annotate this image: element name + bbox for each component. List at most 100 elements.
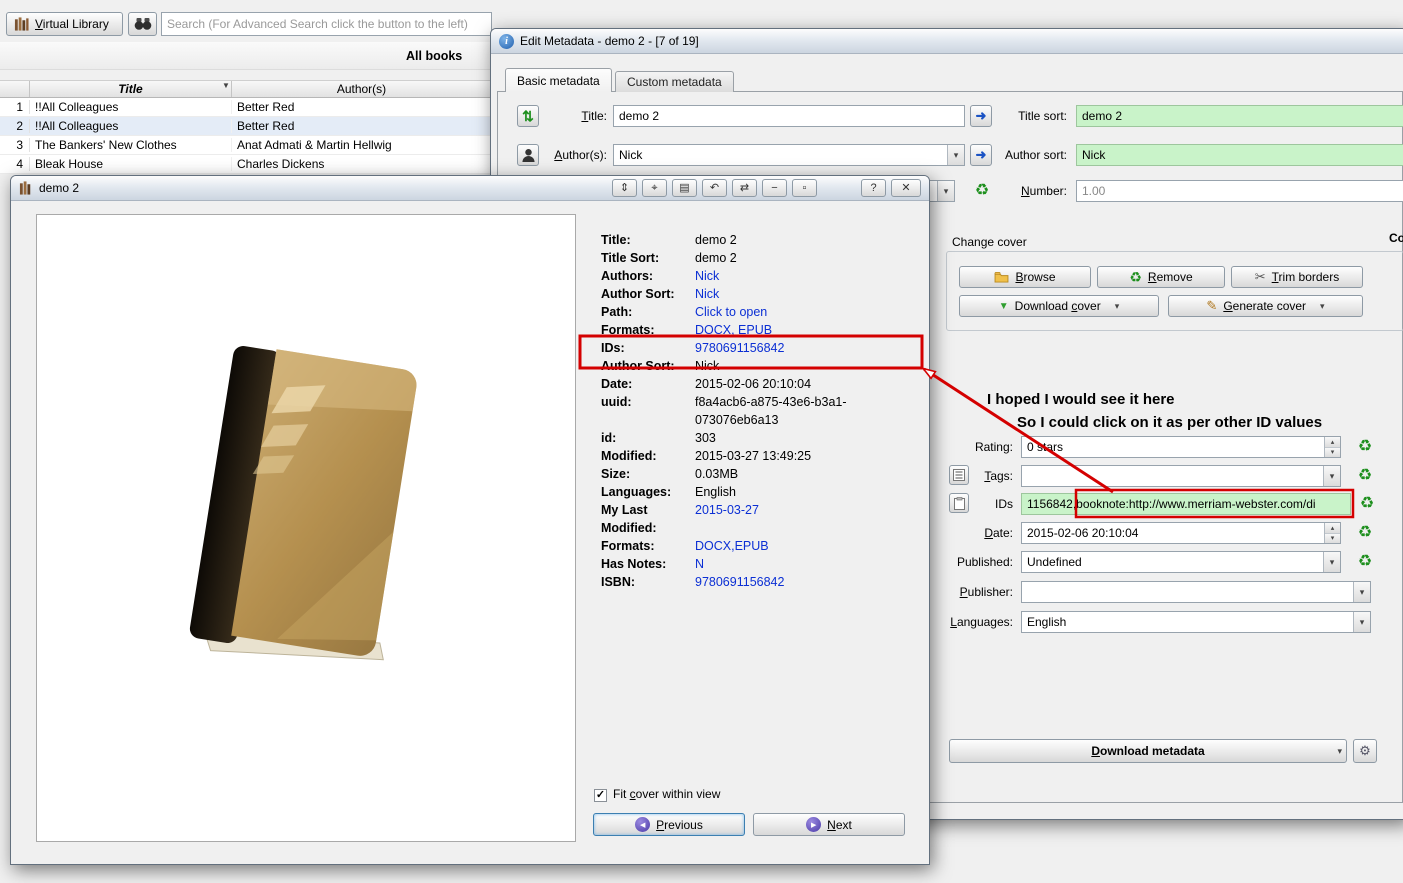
table-row[interactable]: 2 !!All Colleagues Better Red: [0, 117, 492, 136]
minimize-button[interactable]: −: [762, 179, 787, 197]
undo-button[interactable]: ↶: [702, 179, 727, 197]
tab-basic-metadata[interactable]: Basic metadata: [505, 68, 612, 92]
cell-author[interactable]: Charles Dickens: [232, 157, 492, 171]
detail-row: Author Sort: Nick: [601, 357, 929, 375]
window-titlebar[interactable]: demo 2 ⇕ ⌖ ▤ ↶ ⇄ − ▫ ? ✕: [11, 176, 929, 201]
trim-borders-button[interactable]: ✂ Trim borders: [1231, 266, 1363, 288]
author-column-header[interactable]: Author(s): [232, 81, 492, 97]
clear-date-icon[interactable]: ♻: [1355, 522, 1375, 544]
chevron-down-icon[interactable]: ▾: [1320, 301, 1325, 312]
detail-value-link[interactable]: 9780691156842: [695, 573, 907, 591]
detail-value-link[interactable]: Nick: [695, 285, 907, 303]
title-input[interactable]: [613, 105, 965, 127]
fit-vertical-button[interactable]: ⇕: [612, 179, 637, 197]
next-button[interactable]: ▶ Next: [753, 813, 905, 836]
layout-button[interactable]: ▤: [672, 179, 697, 197]
chevron-down-icon[interactable]: ▾: [1323, 466, 1340, 486]
detail-value-link[interactable]: 9780691156842: [695, 339, 907, 357]
date-spinner[interactable]: ▴ ▾: [1324, 523, 1340, 543]
help-button[interactable]: ?: [861, 179, 886, 197]
manage-authors-button[interactable]: [517, 144, 539, 166]
title-sort-field[interactable]: demo 2: [1076, 105, 1403, 127]
previous-button[interactable]: ◀ Previous: [593, 813, 745, 836]
cell-author[interactable]: Better Red: [232, 100, 492, 114]
copy-author-to-sort-button[interactable]: ➜: [970, 144, 992, 166]
rating-combo[interactable]: 0 stars ▴ ▾: [1021, 436, 1341, 458]
swap-title-author-button[interactable]: ⇅: [517, 105, 539, 127]
detail-value-link[interactable]: 2015-03-27: [695, 501, 907, 537]
tab-label: Basic metadata: [517, 73, 600, 88]
virtual-library-button[interactable]: Virtual Library: [6, 12, 123, 36]
table-row[interactable]: 3 The Bankers' New Clothes Anat Admati &…: [0, 136, 492, 155]
rating-spinner[interactable]: ▴ ▾: [1324, 437, 1340, 457]
published-field[interactable]: Undefined ▾: [1021, 551, 1341, 573]
ids-value-prefix: 1156842,: [1027, 497, 1077, 511]
cell-title[interactable]: !!All Colleagues: [30, 119, 232, 133]
chevron-down-icon[interactable]: ▾: [1353, 612, 1370, 632]
dialog-title: Edit Metadata - demo 2 - [7 of 19]: [520, 34, 699, 48]
clear-published-icon[interactable]: ♻: [1355, 551, 1375, 573]
detail-value: f8a4acb6-a875-43e6-b3a1-073076eb6a13: [695, 395, 847, 427]
publisher-combo[interactable]: ▾: [1021, 581, 1371, 603]
detail-row: Has Notes: N: [601, 555, 929, 573]
detail-value-link[interactable]: Nick: [695, 267, 907, 285]
target-button[interactable]: ⌖: [642, 179, 667, 197]
copy-title-to-sort-button[interactable]: ➜: [970, 105, 992, 127]
clear-tags-icon[interactable]: ♻: [1355, 465, 1375, 487]
configure-metadata-download-button[interactable]: ⚙: [1353, 739, 1377, 763]
remove-cover-button[interactable]: ♻ Remove: [1097, 266, 1225, 288]
detail-value: 303: [695, 431, 716, 445]
author-sort-value: Nick: [1082, 148, 1106, 162]
clear-rating-icon[interactable]: ♻: [1355, 436, 1375, 458]
info-icon: i: [499, 33, 514, 49]
restore-button[interactable]: ▫: [792, 179, 817, 197]
chevron-down-icon[interactable]: ▾: [1323, 552, 1340, 572]
chevron-down-icon[interactable]: ▾: [937, 181, 954, 201]
virtual-library-label: Virtual Library: [35, 17, 109, 31]
cover-panel: [36, 214, 576, 842]
swap-horizontal-button[interactable]: ⇄: [732, 179, 757, 197]
authors-combo[interactable]: Nick ▾: [613, 144, 965, 166]
change-cover-group: [946, 251, 1403, 331]
advanced-search-button[interactable]: [128, 12, 157, 36]
fit-cover-checkbox[interactable]: ✓: [594, 789, 607, 802]
chevron-down-icon[interactable]: ▾: [947, 145, 964, 165]
cell-title[interactable]: The Bankers' New Clothes: [30, 138, 232, 152]
table-row[interactable]: 1 !!All Colleagues Better Red: [0, 98, 492, 117]
cell-title[interactable]: !!All Colleagues: [30, 100, 232, 114]
tags-combo[interactable]: ▾: [1021, 465, 1341, 487]
tab-custom-metadata[interactable]: Custom metadata: [615, 71, 734, 92]
cell-author[interactable]: Anat Admati & Martin Hellwig: [232, 138, 492, 152]
table-row[interactable]: 4 Bleak House Charles Dickens: [0, 155, 492, 174]
chevron-down-icon[interactable]: ▾: [1337, 746, 1342, 757]
close-button[interactable]: ✕: [891, 179, 921, 197]
row-number: 1: [0, 100, 30, 114]
chevron-down-icon[interactable]: ▾: [1115, 301, 1120, 312]
clear-ids-icon[interactable]: ♻: [1357, 493, 1377, 515]
generate-icon: ✎: [1206, 298, 1218, 313]
arrow-right-icon: ➜: [975, 147, 987, 162]
download-cover-button[interactable]: ▼ Download cover ▾: [959, 295, 1159, 317]
date-field[interactable]: 2015-02-06 20:10:04 ▴ ▾: [1021, 522, 1341, 544]
author-header-label: Author(s): [336, 82, 387, 96]
ids-field[interactable]: 1156842,booknote:http://www.merriam-webs…: [1021, 493, 1351, 515]
browse-cover-button[interactable]: Browse: [959, 266, 1091, 288]
clear-series-icon[interactable]: ♻: [972, 180, 992, 202]
series-number-input[interactable]: [1076, 180, 1403, 202]
detail-value-link[interactable]: DOCX,EPUB: [695, 537, 907, 555]
row-number-header[interactable]: [0, 81, 30, 97]
cell-title[interactable]: Bleak House: [30, 157, 232, 171]
languages-combo[interactable]: English ▾: [1021, 611, 1371, 633]
chevron-down-icon[interactable]: ▾: [1353, 582, 1370, 602]
detail-value-link[interactable]: Click to open: [695, 303, 907, 321]
author-sort-field[interactable]: Nick: [1076, 144, 1403, 166]
detail-value-link[interactable]: DOCX, EPUB: [695, 321, 907, 339]
title-column-header[interactable]: Title: [30, 81, 232, 97]
generate-cover-button[interactable]: ✎ Generate cover ▾: [1168, 295, 1363, 317]
dialog-titlebar[interactable]: i Edit Metadata - demo 2 - [7 of 19]: [491, 29, 1403, 54]
detail-value-link[interactable]: N: [695, 555, 907, 573]
minimize-icon: −: [771, 181, 778, 194]
download-metadata-button[interactable]: Download metadata ▾: [949, 739, 1347, 763]
search-input[interactable]: [161, 12, 492, 36]
cell-author[interactable]: Better Red: [232, 119, 492, 133]
